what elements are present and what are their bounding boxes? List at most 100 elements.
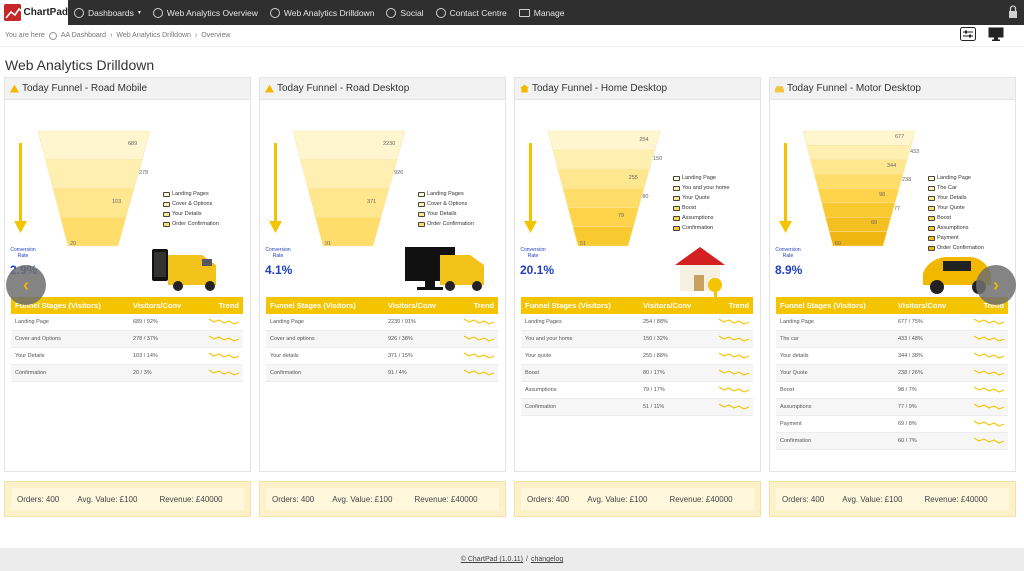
panel-title: Today Funnel - Home Desktop bbox=[532, 83, 668, 94]
triangle-icon bbox=[265, 84, 274, 93]
column-header-stages: Funnel Stages (Visitors) bbox=[525, 301, 611, 310]
down-arrow-icon bbox=[269, 221, 282, 233]
legend-label: Your Quote bbox=[937, 205, 965, 211]
order-summary-bar: Orders: 400 Avg. Value: £100 Revenue: £4… bbox=[266, 488, 499, 510]
table-row: Landing Page 2230 / 91% bbox=[266, 314, 498, 331]
funnel-stage-value: 344 bbox=[887, 162, 897, 169]
conversion-rate-value: 4.1% bbox=[265, 263, 293, 277]
nav-web-analytics-overview[interactable]: Web Analytics Overview bbox=[147, 0, 264, 25]
funnel-visual: 2230 926 371 91 Conversion Rate 4.1% Landing P… bbox=[260, 101, 505, 291]
trend-sparkline-icon bbox=[718, 403, 750, 410]
funnel-segment bbox=[821, 202, 896, 218]
column-header-stages: Funnel Stages (Visitors) bbox=[270, 301, 356, 310]
trend-sparkline-icon bbox=[973, 386, 1005, 393]
average-value: Avg. Value: £100 bbox=[842, 494, 903, 504]
table-row: Confirmation 60 / 7% bbox=[776, 433, 1008, 450]
changelog-link[interactable]: changelog bbox=[531, 556, 563, 563]
legend-label: Assumptions bbox=[937, 225, 969, 231]
funnel-stage-value: 689 bbox=[128, 141, 138, 148]
dashboard-icon bbox=[74, 7, 84, 18]
settings-sliders-icon[interactable] bbox=[960, 27, 976, 41]
stage-visitors-conv: 689 / 92% bbox=[133, 319, 158, 325]
column-header-trend: Trend bbox=[728, 301, 749, 310]
revenue-value: Revenue: £40000 bbox=[924, 494, 988, 504]
legend-swatch bbox=[418, 201, 425, 207]
legend-label: Landing Pages bbox=[172, 191, 209, 197]
breadcrumb-prefix: You are here bbox=[5, 32, 45, 39]
breadcrumb: You are here AA Dashboard › Web Analytic… bbox=[0, 25, 1024, 47]
nav-web-analytics-drilldown[interactable]: Web Analytics Drilldown bbox=[264, 0, 381, 25]
breadcrumb-item-drilldown[interactable]: Web Analytics Drilldown bbox=[116, 32, 191, 39]
table-row: Landing Pages 254 / 88% bbox=[521, 314, 753, 331]
legend-label: Order Confirmation bbox=[172, 221, 219, 227]
chevron-right-icon: › bbox=[110, 32, 113, 39]
stage-name: Your details bbox=[780, 353, 809, 359]
caret-down-icon: ▾ bbox=[137, 10, 141, 16]
stage-name: The car bbox=[780, 336, 799, 342]
page-footer: © ChartPad (1.0.11) / changelog bbox=[0, 548, 1024, 571]
stage-visitors-conv: 77 / 9% bbox=[898, 404, 917, 410]
table-row: The car 433 / 48% bbox=[776, 331, 1008, 348]
funnel-stage-value: 238 bbox=[902, 177, 912, 184]
table-row: Your quote 255 / 88% bbox=[521, 348, 753, 365]
table-row: Confirmation 20 / 3% bbox=[11, 365, 243, 382]
carousel-prev-button[interactable]: ‹ bbox=[6, 265, 46, 305]
funnel-stage-value: 80 bbox=[642, 194, 649, 201]
legend-swatch bbox=[928, 185, 935, 191]
legend-swatch bbox=[163, 211, 170, 217]
nav-manage[interactable]: Manage bbox=[513, 0, 571, 25]
funnel-segment bbox=[817, 188, 900, 204]
monitor-icon bbox=[518, 8, 530, 17]
funnel-segment bbox=[567, 207, 639, 228]
stage-name: Confirmation bbox=[15, 370, 47, 376]
trend-sparkline-icon bbox=[463, 369, 495, 376]
stage-name: Landing Pages bbox=[525, 319, 562, 325]
orders-count: Orders: 400 bbox=[17, 494, 60, 504]
trend-sparkline-icon bbox=[718, 318, 750, 325]
order-summary: Orders: 400 Avg. Value: £100 Revenue: £4… bbox=[4, 481, 251, 517]
stage-visitors-conv: 103 / 14% bbox=[133, 353, 158, 359]
stage-name: Your quote bbox=[525, 353, 552, 359]
funnel-segment bbox=[307, 188, 390, 218]
view-tools bbox=[960, 27, 1004, 41]
legend-swatch bbox=[673, 225, 680, 231]
revenue-value: Revenue: £40000 bbox=[159, 494, 223, 504]
funnel-segment bbox=[562, 188, 645, 208]
legend-swatch bbox=[673, 175, 680, 181]
breadcrumb-item-aa-dashboard[interactable]: AA Dashboard bbox=[61, 32, 106, 39]
carousel-next-button[interactable]: › bbox=[976, 265, 1016, 305]
van-monitor-illustration-icon bbox=[405, 247, 484, 291]
panel-header: Today Funnel - Road Mobile bbox=[5, 78, 250, 100]
funnel-segment bbox=[52, 188, 135, 218]
triangle-icon bbox=[10, 84, 19, 93]
table-row: Your details 344 / 38% bbox=[776, 348, 1008, 365]
stage-name: Cover and Options bbox=[15, 336, 61, 342]
panel-title: Today Funnel - Motor Desktop bbox=[787, 83, 921, 94]
version-link[interactable]: © ChartPad (1.0.11) bbox=[461, 556, 523, 563]
stage-visitors-conv: 60 / 7% bbox=[898, 438, 917, 444]
stage-name: Your Quote bbox=[780, 370, 808, 376]
monitor-icon[interactable] bbox=[988, 27, 1004, 41]
legend-label: Boost bbox=[682, 205, 697, 211]
table-row: Your Quote 238 / 26% bbox=[776, 365, 1008, 382]
stage-visitors-conv: 238 / 26% bbox=[898, 370, 923, 376]
car-icon bbox=[775, 86, 784, 93]
table-row: Boost 98 / 7% bbox=[776, 382, 1008, 399]
van-phone-illustration-icon bbox=[152, 249, 216, 291]
column-header-visitors: Visitors/Conv bbox=[388, 301, 437, 310]
nav-dashboards[interactable]: Dashboards ▾ bbox=[68, 0, 147, 25]
funnel-panel: Today Funnel - Home Desktop 254 150 255 80 7… bbox=[514, 77, 761, 472]
nav-contact-centre[interactable]: Contact Centre bbox=[430, 0, 513, 25]
order-summary: Orders: 400 Avg. Value: £100 Revenue: £4… bbox=[769, 481, 1016, 517]
legend-swatch bbox=[163, 221, 170, 227]
panel-header: Today Funnel - Road Desktop bbox=[260, 78, 505, 100]
brand-logo-link[interactable]: ChartPad bbox=[0, 0, 68, 25]
lock-icon[interactable] bbox=[1008, 5, 1018, 19]
legend-label: Confirmation bbox=[682, 225, 714, 231]
legend-item: Your Details bbox=[163, 209, 219, 219]
legend-label: Landing Page bbox=[937, 175, 971, 181]
legend-item: Order Confirmation bbox=[163, 219, 219, 229]
breadcrumb-item-overview: Overview bbox=[201, 32, 231, 39]
down-arrow-shaft bbox=[274, 143, 277, 223]
nav-social[interactable]: Social bbox=[380, 0, 429, 25]
